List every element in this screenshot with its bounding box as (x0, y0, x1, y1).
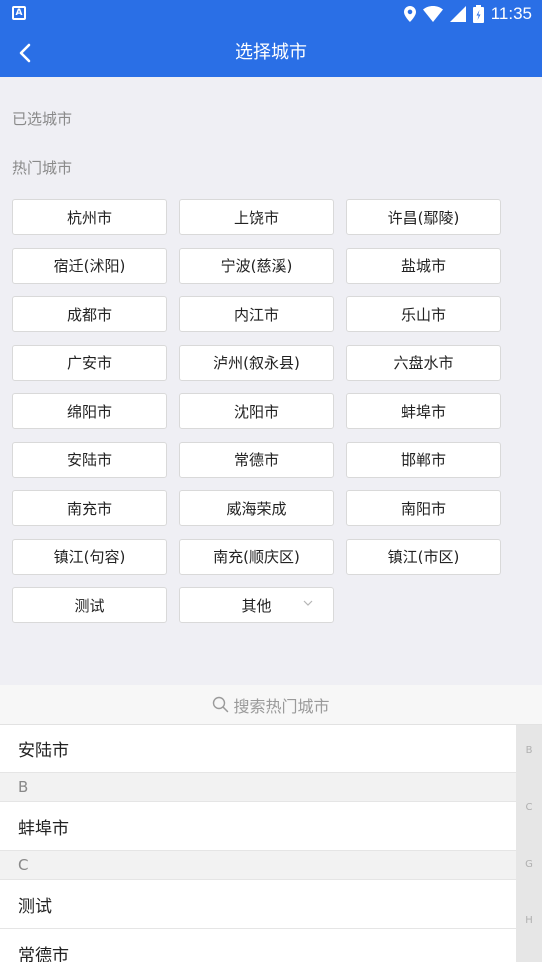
city-button[interactable]: 威海荣成 (179, 490, 334, 526)
city-button[interactable]: 测试 (12, 587, 167, 623)
list-item[interactable]: 常德市 (0, 929, 516, 962)
location-icon (403, 6, 416, 22)
status-bar: A 11:35 (0, 0, 542, 28)
list-item[interactable]: 测试 (0, 880, 516, 929)
selected-cities-label: 已选城市 (12, 110, 73, 128)
list-item[interactable]: 安陆市 (0, 725, 516, 773)
city-button[interactable]: 南充(顺庆区) (179, 538, 334, 575)
city-button[interactable]: 成都市 (12, 296, 167, 332)
city-button[interactable]: 盐城市 (346, 247, 501, 284)
index-letter[interactable]: B (516, 745, 542, 756)
nav-bar: 选择城市 (0, 28, 542, 77)
index-letter[interactable]: C (516, 802, 542, 813)
wifi-icon (422, 6, 443, 22)
battery-icon (472, 5, 484, 23)
city-button[interactable]: 内江市 (179, 296, 334, 332)
city-button[interactable]: 安陆市 (12, 441, 167, 478)
page-title: 选择城市 (235, 42, 307, 63)
city-button[interactable]: 杭州市 (12, 199, 167, 235)
city-button[interactable]: 镇江(句容) (12, 538, 167, 575)
city-button[interactable]: 沈阳市 (179, 393, 334, 429)
other-cities-label: 其他 (241, 596, 272, 615)
search-input[interactable]: 搜索热门城市 (0, 685, 542, 725)
signal-icon (449, 6, 466, 22)
city-button[interactable]: 镇江(市区) (346, 538, 501, 575)
status-time: 11:35 (490, 4, 532, 23)
chevron-down-icon (303, 600, 313, 606)
status-icons: 11:35 (403, 3, 532, 25)
list-item[interactable]: 蚌埠市 (0, 802, 516, 851)
city-list[interactable]: 安陆市 B 蚌埠市 C 测试 常德市 (0, 725, 516, 962)
city-button[interactable]: 泸州(叙永县) (179, 344, 334, 381)
city-button[interactable]: 南阳市 (346, 490, 501, 526)
city-button[interactable]: 乐山市 (346, 296, 501, 332)
index-letter[interactable]: G (516, 859, 542, 870)
group-header-b: B (0, 773, 516, 802)
city-button[interactable]: 绵阳市 (12, 393, 167, 429)
city-button[interactable]: 上饶市 (179, 199, 334, 235)
group-header-c: C (0, 851, 516, 880)
search-icon (212, 696, 229, 713)
city-button[interactable]: 蚌埠市 (346, 393, 501, 429)
alphabet-index[interactable]: B C G H (516, 725, 542, 962)
city-button[interactable]: 宿迁(沭阳) (12, 247, 167, 284)
hot-cities-label: 热门城市 (12, 159, 73, 177)
city-button[interactable]: 广安市 (12, 344, 167, 381)
city-button[interactable]: 邯郸市 (346, 441, 501, 478)
index-letter[interactable]: H (516, 915, 542, 926)
city-button[interactable]: 南充市 (12, 490, 167, 526)
city-button[interactable]: 宁波(慈溪) (179, 247, 334, 284)
search-placeholder: 搜索热门城市 (233, 696, 330, 716)
city-button[interactable]: 常德市 (179, 441, 334, 478)
app-notification-icon: A (12, 6, 26, 20)
city-button[interactable]: 六盘水市 (346, 344, 501, 381)
other-cities-dropdown[interactable]: 其他 (179, 587, 334, 623)
city-button[interactable]: 许昌(鄢陵) (346, 199, 501, 235)
